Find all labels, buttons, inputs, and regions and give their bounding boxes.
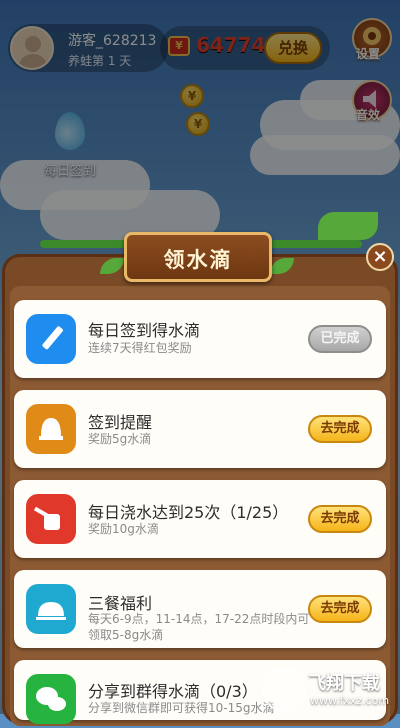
- task-go-button[interactable]: 去完成: [308, 415, 372, 443]
- leaf-decoration: [318, 212, 378, 240]
- watermark-url: www.fxxz.com: [310, 694, 390, 707]
- task-title: 每日签到得水滴: [88, 321, 201, 340]
- vine-decoration: [40, 240, 132, 248]
- task-title: 每日浇水达到25次（1/25）: [88, 503, 289, 522]
- task-card: 每日签到得水滴 连续7天得红包奖励 已完成: [14, 300, 386, 378]
- dialog-title: 领水滴: [163, 248, 233, 272]
- task-title: 分享到群得水滴（0/3）: [88, 682, 258, 701]
- task-done-button: 已完成: [308, 325, 372, 353]
- watermark-logo-icon: [262, 668, 306, 712]
- task-desc: 连续7天得红包奖励: [88, 341, 192, 355]
- pencil-icon: [26, 314, 76, 364]
- watermark-text: 飞翔下载: [308, 673, 380, 694]
- task-desc: 奖励5g水滴: [88, 432, 152, 446]
- task-desc: 每天6-9点，11-14点，17-22点时段内可领取5-8g水滴: [88, 612, 310, 642]
- task-title: 签到提醒: [88, 413, 153, 432]
- close-button[interactable]: ×: [366, 243, 394, 271]
- bell-icon: [26, 404, 76, 454]
- vine-decoration: [270, 240, 362, 248]
- watering-can-icon: [26, 494, 76, 544]
- task-go-button[interactable]: 去完成: [308, 595, 372, 623]
- wechat-icon: [26, 674, 76, 724]
- task-card: 签到提醒 奖励5g水滴 去完成: [14, 390, 386, 468]
- task-go-button[interactable]: 去完成: [308, 505, 372, 533]
- food-cover-icon: [26, 584, 76, 634]
- task-card: 三餐福利 每天6-9点，11-14点，17-22点时段内可领取5-8g水滴 去完…: [14, 570, 386, 648]
- task-card: 每日浇水达到25次（1/25） 奖励10g水滴 去完成: [14, 480, 386, 558]
- task-desc: 奖励10g水滴: [88, 522, 159, 536]
